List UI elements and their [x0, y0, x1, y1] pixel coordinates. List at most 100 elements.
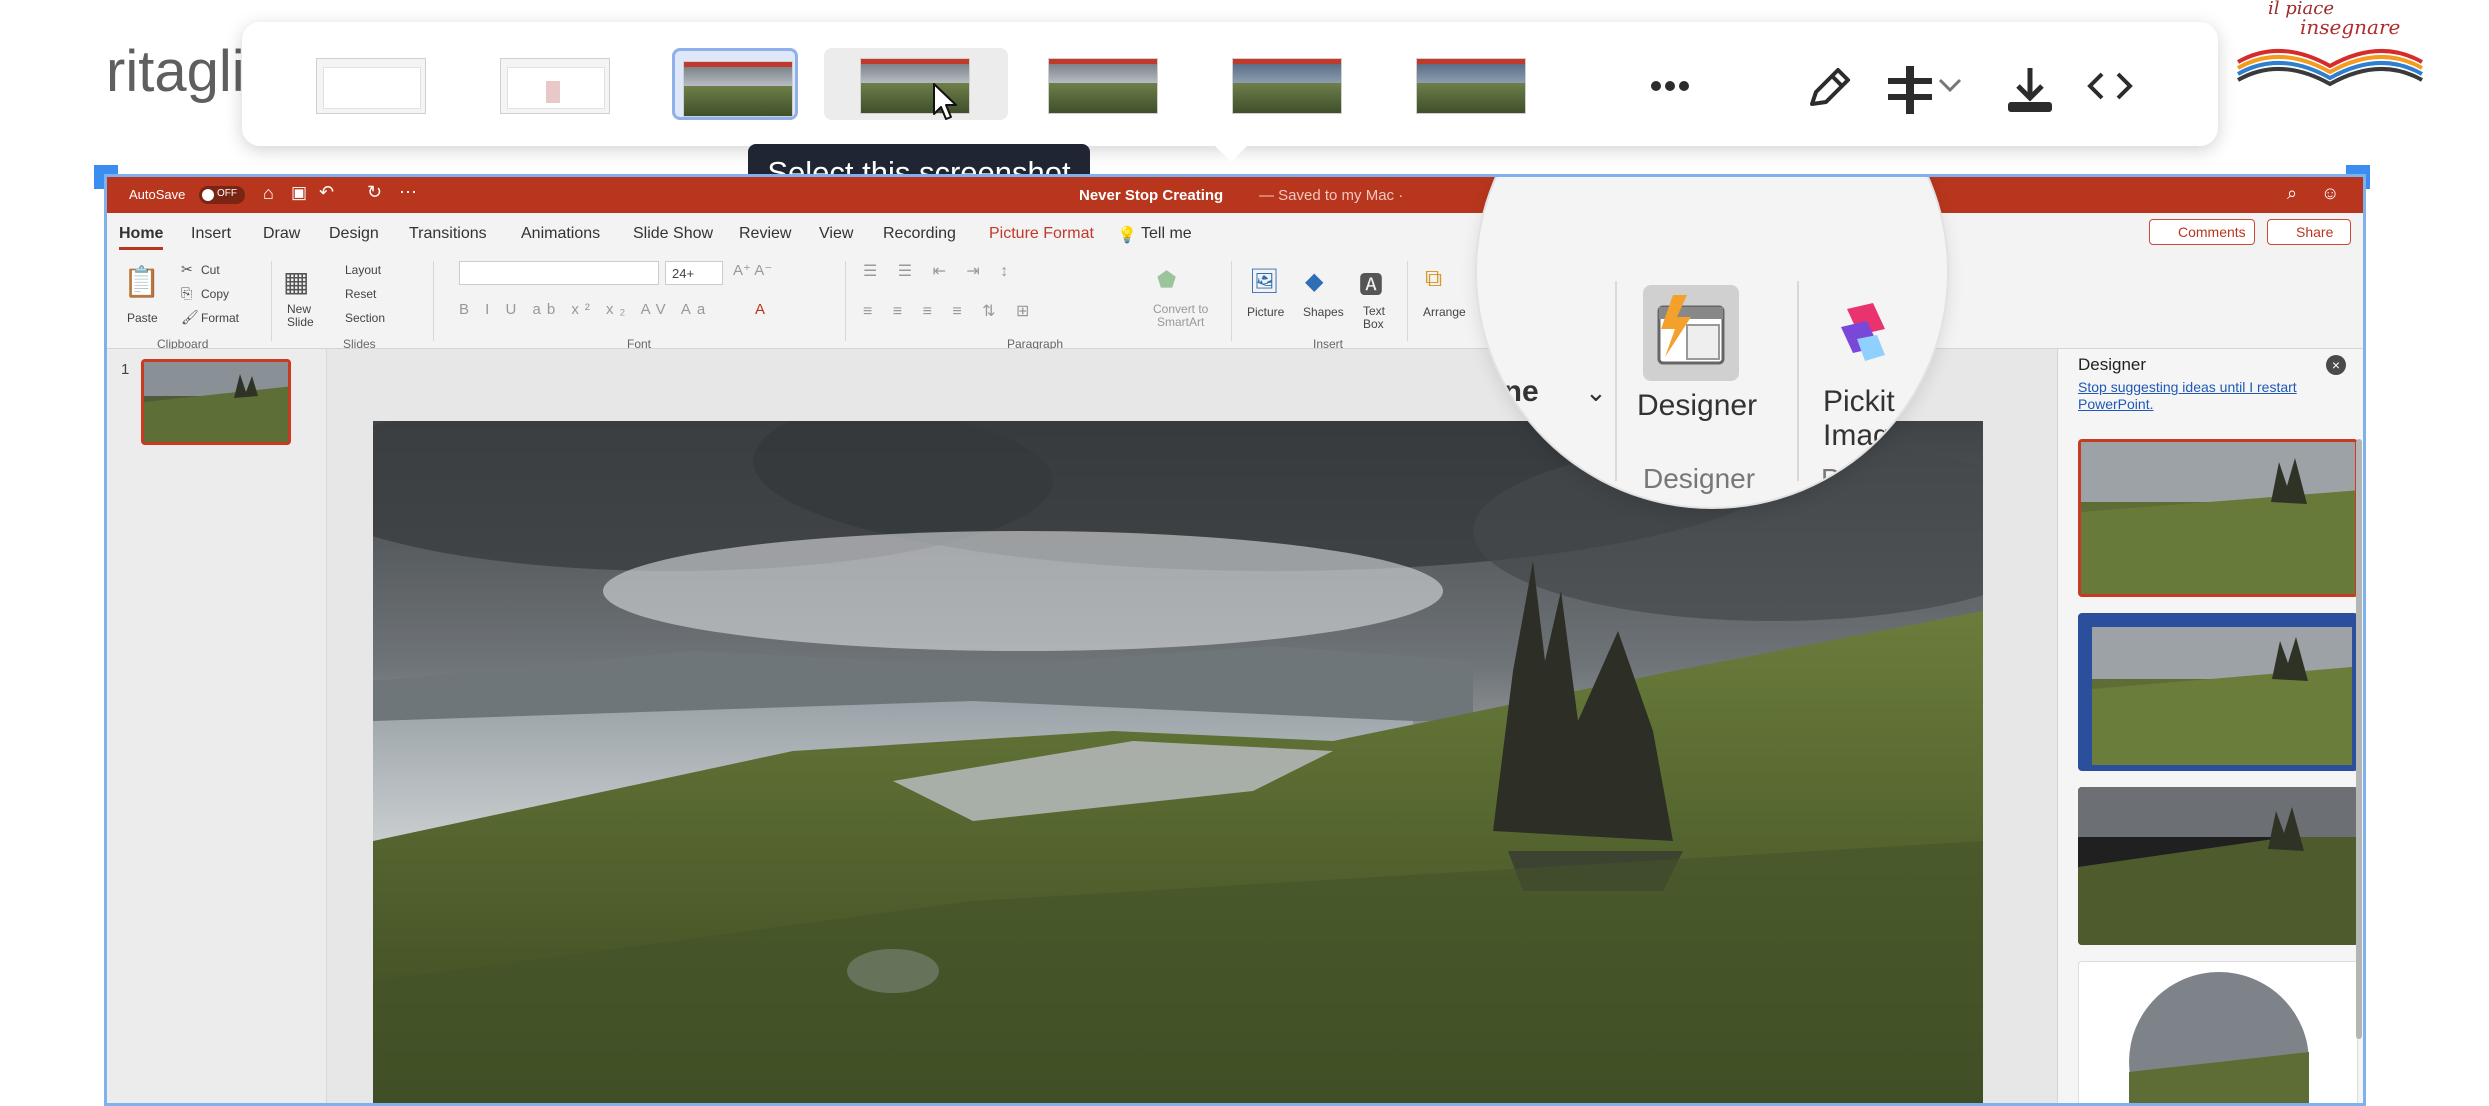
- code-icon[interactable]: [2082, 66, 2138, 106]
- ribbon-tabs: Home Insert Draw Design Transitions Anim…: [107, 213, 2363, 253]
- font-size-input[interactable]: 24+: [665, 261, 723, 285]
- redo-icon[interactable]: ↻: [367, 182, 382, 203]
- picture-label[interactable]: Picture: [1247, 305, 1284, 319]
- designer-button-label[interactable]: Designer: [1637, 389, 1757, 423]
- shapes-label[interactable]: Shapes: [1303, 305, 1344, 319]
- layout-label[interactable]: Layout: [345, 263, 381, 277]
- search-icon[interactable]: ⌕: [2287, 183, 2297, 204]
- shapes-icon[interactable]: ◆: [1305, 267, 1323, 296]
- cut-icon[interactable]: ✂: [181, 261, 193, 278]
- scrollbar[interactable]: [2356, 439, 2362, 1039]
- brand-logo: il piace insegnare: [2230, 0, 2430, 100]
- copy-icon[interactable]: ⎘: [181, 285, 192, 302]
- chevron-down-icon[interactable]: [1930, 66, 1970, 106]
- slide-thumbnail-pane: 1: [107, 349, 327, 1103]
- background-text: ritagli: [106, 39, 245, 104]
- designer-group-label: Designer: [1643, 463, 1756, 494]
- autosave-toggle[interactable]: OFF: [199, 186, 245, 204]
- autosave-label: AutoSave: [129, 187, 186, 202]
- section-label[interactable]: Section: [345, 311, 385, 325]
- pickit-group-label: Pick: [1821, 463, 1874, 494]
- list-icons[interactable]: ☰ ☰ ⇤ ⇥ ↕: [863, 261, 1016, 281]
- tab-transitions[interactable]: Transitions: [409, 225, 487, 243]
- tooltip-arrow-icon: [1213, 144, 1249, 162]
- format-painter-icon[interactable]: 🖌: [181, 309, 199, 326]
- lightbulb-icon: 💡: [1117, 227, 1137, 244]
- smartart-icon[interactable]: ⬟: [1157, 267, 1176, 293]
- screenshot-thumbnail-2[interactable]: [492, 48, 618, 120]
- more-options-icon[interactable]: ⋯: [399, 182, 417, 203]
- tab-recording[interactable]: Recording: [883, 225, 956, 243]
- ribbon-separator: [1407, 261, 1408, 341]
- font-style-icons[interactable]: B I U ab x² x₂ AV Aa: [459, 301, 711, 318]
- download-icon[interactable]: [2002, 66, 2058, 112]
- slide-thumbnail[interactable]: [141, 359, 291, 445]
- pickit-icon[interactable]: [1827, 299, 1897, 369]
- design-idea-1[interactable]: [2078, 439, 2358, 597]
- share-button[interactable]: Share: [2267, 219, 2351, 245]
- format-label[interactable]: Format: [201, 311, 239, 325]
- align-icons[interactable]: ≡ ≡ ≡ ≡ ⇅ ⊞: [863, 301, 1037, 321]
- tab-home[interactable]: Home: [119, 225, 164, 250]
- titlebar: AutoSave OFF ⌂ ▣ ↶ ↻ ⋯ Never Stop Creati…: [107, 177, 2363, 213]
- screenshot-thumbnail-4[interactable]: [824, 48, 1008, 120]
- text-box-label[interactable]: Text Box: [1363, 305, 1385, 331]
- font-color-icon[interactable]: A: [755, 301, 765, 318]
- text-box-icon[interactable]: 🅰: [1359, 265, 1383, 300]
- pickit-button-label[interactable]: Pickit Images: [1823, 385, 1921, 453]
- tab-picture-format[interactable]: Picture Format: [989, 225, 1094, 243]
- paste-icon[interactable]: 📋: [123, 265, 160, 300]
- copy-label[interactable]: Copy: [201, 287, 229, 301]
- picture-icon[interactable]: 🖼: [1249, 267, 1279, 296]
- screenshot-thumbnail-1[interactable]: [308, 48, 434, 120]
- tab-insert[interactable]: Insert: [191, 225, 231, 243]
- grow-font-icon[interactable]: A⁺ A⁻: [733, 261, 772, 279]
- outline-label[interactable]: tline: [1477, 375, 1539, 409]
- document-title: Never Stop Creating: [1079, 187, 1224, 204]
- undo-icon[interactable]: ↶: [319, 182, 334, 203]
- design-idea-4[interactable]: [2078, 961, 2358, 1103]
- cut-label[interactable]: Cut: [201, 263, 220, 277]
- ribbon-separator: [271, 261, 272, 341]
- more-icon[interactable]: [1642, 66, 1698, 106]
- close-icon[interactable]: ×: [2326, 355, 2346, 375]
- tab-design[interactable]: Design: [329, 225, 379, 243]
- design-idea-2[interactable]: [2078, 613, 2358, 771]
- convert-smartart-label[interactable]: Convert to SmartArt: [1153, 303, 1208, 329]
- tab-view[interactable]: View: [819, 225, 853, 243]
- tab-animations[interactable]: Animations: [521, 225, 600, 243]
- font-name-input[interactable]: [459, 261, 659, 285]
- mouse-cursor-icon: [930, 82, 960, 122]
- new-slide-label[interactable]: New Slide: [287, 303, 314, 329]
- pencil-icon[interactable]: [1800, 66, 1856, 106]
- saved-state: — Saved to my Mac ·: [1259, 187, 1404, 204]
- home-icon[interactable]: ⌂: [263, 183, 274, 204]
- save-icon[interactable]: ▣: [291, 183, 307, 203]
- comments-button[interactable]: Comments: [2149, 219, 2255, 245]
- ribbon-separator: [1231, 261, 1232, 341]
- arrange-icon[interactable]: ⧉: [1425, 265, 1442, 293]
- screenshot-thumbnail-5[interactable]: [1040, 48, 1166, 120]
- arrange-label[interactable]: Arrange: [1423, 305, 1466, 319]
- stop-suggesting-link[interactable]: Stop suggesting ideas until I restart Po…: [2078, 379, 2338, 413]
- ribbon-separator: [433, 261, 434, 341]
- reset-label[interactable]: Reset: [345, 287, 376, 301]
- ribbon-separator: [1615, 281, 1617, 481]
- profile-icon[interactable]: ☺: [2321, 183, 2339, 204]
- chevron-down-icon[interactable]: ⌄: [1585, 377, 1607, 408]
- tab-draw[interactable]: Draw: [263, 225, 300, 243]
- tab-review[interactable]: Review: [739, 225, 791, 243]
- slide-picture[interactable]: [373, 421, 1983, 1103]
- screenshot-thumbnail-6[interactable]: [1224, 48, 1350, 120]
- tab-slide-show[interactable]: Slide Show: [633, 225, 713, 243]
- design-idea-3[interactable]: [2078, 787, 2358, 945]
- designer-pane: Designer × Stop suggesting ideas until I…: [2057, 349, 2363, 1103]
- screenshot-thumbnail-3[interactable]: [672, 48, 798, 120]
- screenshot-thumbnail-7[interactable]: [1408, 48, 1534, 120]
- designer-icon[interactable]: [1643, 285, 1739, 381]
- ribbon: 📋 Paste ✂ Cut ⎘ Copy 🖌 Format Clipboard …: [107, 253, 2363, 351]
- paste-label[interactable]: Paste: [127, 311, 158, 325]
- tell-me[interactable]: Tell me: [1141, 225, 1192, 243]
- new-slide-icon[interactable]: ▦: [283, 265, 309, 298]
- logo-text-bottom: insegnare: [2300, 15, 2400, 39]
